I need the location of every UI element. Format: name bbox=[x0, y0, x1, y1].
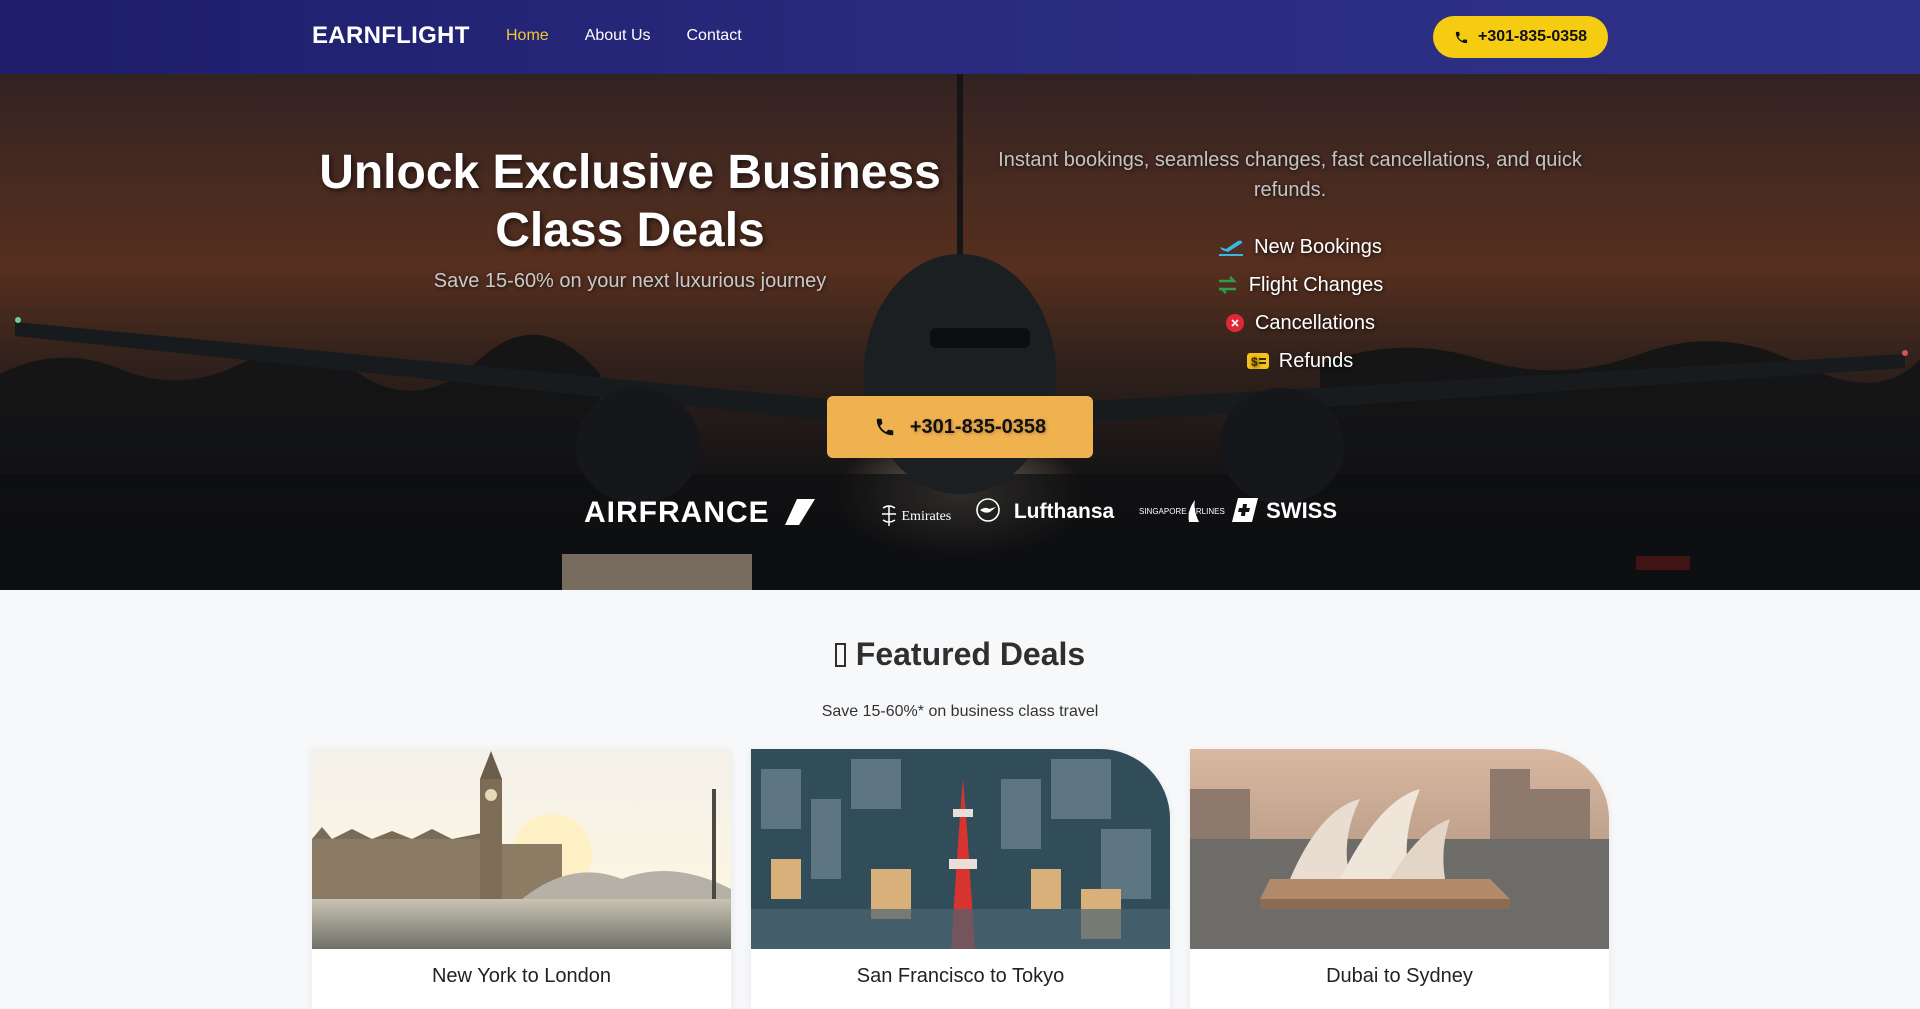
feature-new-bookings: New Bookings bbox=[1100, 228, 1500, 266]
airline-logo-airfrance: AIRFRANCE bbox=[584, 496, 816, 530]
feature-label: Refunds bbox=[1278, 349, 1354, 372]
feature-refunds: $ Refunds bbox=[1100, 342, 1500, 380]
plane-departure-icon bbox=[1219, 240, 1244, 256]
deal-card-new-york-london[interactable]: New York to London bbox=[312, 749, 731, 1009]
hero-call-number: +301-835-0358 bbox=[909, 415, 1047, 438]
exchange-arrows-icon bbox=[1218, 276, 1237, 294]
hero-tagline: Instant bookings, seamless changes, fast… bbox=[998, 149, 1582, 201]
missing-glyph-icon bbox=[834, 643, 846, 667]
feature-flight-changes: Flight Changes bbox=[1100, 266, 1500, 304]
phone-icon bbox=[1455, 31, 1468, 43]
nav-links: Home About Us Contact bbox=[506, 27, 742, 45]
nav-phone-number: +301-835-0358 bbox=[1478, 28, 1587, 45]
nav-link-home[interactable]: Home bbox=[506, 27, 549, 45]
nav-link-contact[interactable]: Contact bbox=[687, 27, 742, 45]
swiss-cross-icon bbox=[1232, 498, 1258, 522]
deal-card-title: San Francisco to Tokyo bbox=[856, 965, 1065, 987]
feature-cancellations: Cancellations bbox=[1100, 304, 1500, 342]
deal-card-dubai-sydney[interactable]: Dubai to Sydney bbox=[1190, 749, 1609, 1009]
phone-icon bbox=[876, 418, 894, 436]
singapore-bird-icon bbox=[1188, 500, 1200, 522]
hero-title: Unlock Exclusive Business Class Deals bbox=[319, 146, 941, 257]
london-big-ben-photo bbox=[312, 749, 731, 949]
airline-logo-lufthansa: Lufthansa bbox=[976, 498, 1114, 524]
airline-logo-emirates: Emirates bbox=[880, 504, 951, 528]
feature-label: Flight Changes bbox=[1248, 273, 1384, 296]
deal-card-title: Dubai to Sydney bbox=[1326, 965, 1473, 987]
featured-deals-heading: Featured Deals bbox=[0, 636, 1920, 673]
nav-phone-button[interactable]: +301-835-0358 bbox=[1433, 16, 1608, 58]
service-features-list: New Bookings Flight Changes Cancellation… bbox=[1100, 228, 1500, 380]
airline-logos: AIRFRANCE Emirates Lufthansa SINGAPORE A… bbox=[584, 494, 1337, 536]
featured-deals-subtitle: Save 15-60%* on business class travel bbox=[821, 703, 1099, 720]
brand-logo[interactable]: EARNFLIGHT bbox=[312, 22, 470, 50]
hero-call-button[interactable]: +301-835-0358 bbox=[827, 396, 1093, 458]
feature-label: New Bookings bbox=[1254, 235, 1382, 258]
hero-subtitle: Save 15-60% on your next luxurious journ… bbox=[433, 270, 827, 292]
airline-logo-singapore-airlines: SINGAPORE AIRLINES bbox=[1139, 498, 1225, 524]
nav-link-about-us[interactable]: About Us bbox=[585, 27, 651, 45]
svg-text:$: $ bbox=[1251, 355, 1258, 369]
feature-label: Cancellations bbox=[1254, 311, 1376, 334]
emirates-emblem-icon bbox=[882, 505, 896, 526]
cancel-circle-icon bbox=[1225, 314, 1244, 332]
money-bill-icon: $ bbox=[1246, 353, 1269, 369]
hero-section: Unlock Exclusive Business Class Deals Sa… bbox=[0, 74, 1920, 590]
deal-card-san-francisco-tokyo[interactable]: San Francisco to Tokyo bbox=[751, 749, 1170, 1009]
lufthansa-crane-icon bbox=[976, 498, 1000, 522]
tokyo-tower-photo bbox=[751, 749, 1170, 949]
airfrance-stripe-icon bbox=[785, 499, 816, 525]
sydney-opera-house-photo bbox=[1190, 749, 1609, 949]
airline-logo-swiss: SWISS bbox=[1232, 498, 1337, 524]
navbar: EARNFLIGHT Home About Us Contact +301-83… bbox=[0, 0, 1920, 74]
deal-card-title: New York to London bbox=[431, 965, 612, 987]
